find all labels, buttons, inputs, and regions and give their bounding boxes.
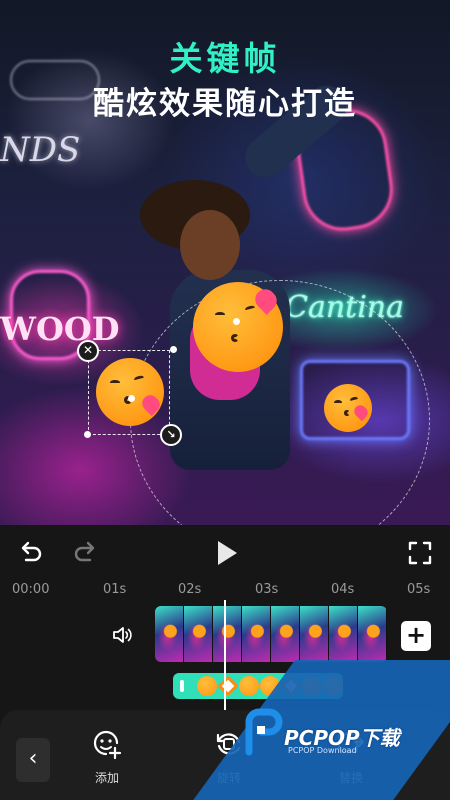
video-track[interactable] <box>155 606 387 662</box>
keyframe-dot <box>128 395 135 402</box>
time-tick: 02s <box>178 582 202 597</box>
tool-label: 添加 <box>94 771 119 785</box>
add-clip-button[interactable]: + <box>401 621 431 651</box>
time-tick: 03s <box>255 582 279 597</box>
page-title: 关键帧 <box>169 39 281 78</box>
back-button[interactable]: ‹ <box>16 738 50 782</box>
video-preview[interactable]: NDS Cantina WOOD 关键帧 酷炫效果随心打造 ✕ ↘ <box>0 0 450 525</box>
neon-sign-text: WOOD <box>0 310 120 348</box>
time-tick: 05s <box>407 582 431 597</box>
keyframe-dot <box>233 318 240 325</box>
video-frame <box>329 606 358 662</box>
add-sticker-icon <box>93 730 122 760</box>
fullscreen-icon[interactable] <box>406 539 434 567</box>
emoji-sticker-large[interactable] <box>193 282 283 372</box>
video-frame <box>184 606 213 662</box>
person-head <box>180 210 240 280</box>
heart-icon <box>351 402 371 422</box>
video-frame <box>213 606 242 662</box>
time-tick: 04s <box>331 582 355 597</box>
volume-icon[interactable] <box>112 625 134 645</box>
keyframe-diamond-icon <box>217 675 239 697</box>
playback-controls <box>0 525 450 581</box>
watermark-sub: PCPOP Download <box>288 746 357 755</box>
page-subtitle: 酷炫效果随心打造 <box>93 86 357 122</box>
video-frame <box>300 606 329 662</box>
redo-icon[interactable] <box>72 539 100 567</box>
keyframe-dot <box>84 431 91 438</box>
delete-sticker-button[interactable]: ✕ <box>77 340 99 362</box>
sticker-keyframe <box>239 676 259 696</box>
time-tick: 01s <box>103 582 127 597</box>
video-frame <box>271 606 300 662</box>
time-tick: 00:00 <box>12 582 50 597</box>
watermark-logo-icon <box>245 708 283 756</box>
undo-icon[interactable] <box>16 539 44 567</box>
sticker-selection-box[interactable] <box>88 350 170 435</box>
sticker-keyframe <box>197 676 217 696</box>
keyframe-dot <box>170 346 177 353</box>
video-frame <box>358 606 387 662</box>
emoji-sticker-small[interactable] <box>324 384 372 432</box>
trim-handle[interactable] <box>180 680 184 692</box>
time-ruler[interactable]: 00:00 01s 02s 03s 04s 05s <box>0 582 450 602</box>
video-frame <box>155 606 184 662</box>
tool-add[interactable]: 添加 <box>77 728 137 786</box>
resize-handle-icon[interactable]: ↘ <box>160 424 182 446</box>
video-frame <box>242 606 271 662</box>
neon-sign-text: NDS <box>0 130 81 170</box>
play-icon[interactable] <box>213 538 241 568</box>
